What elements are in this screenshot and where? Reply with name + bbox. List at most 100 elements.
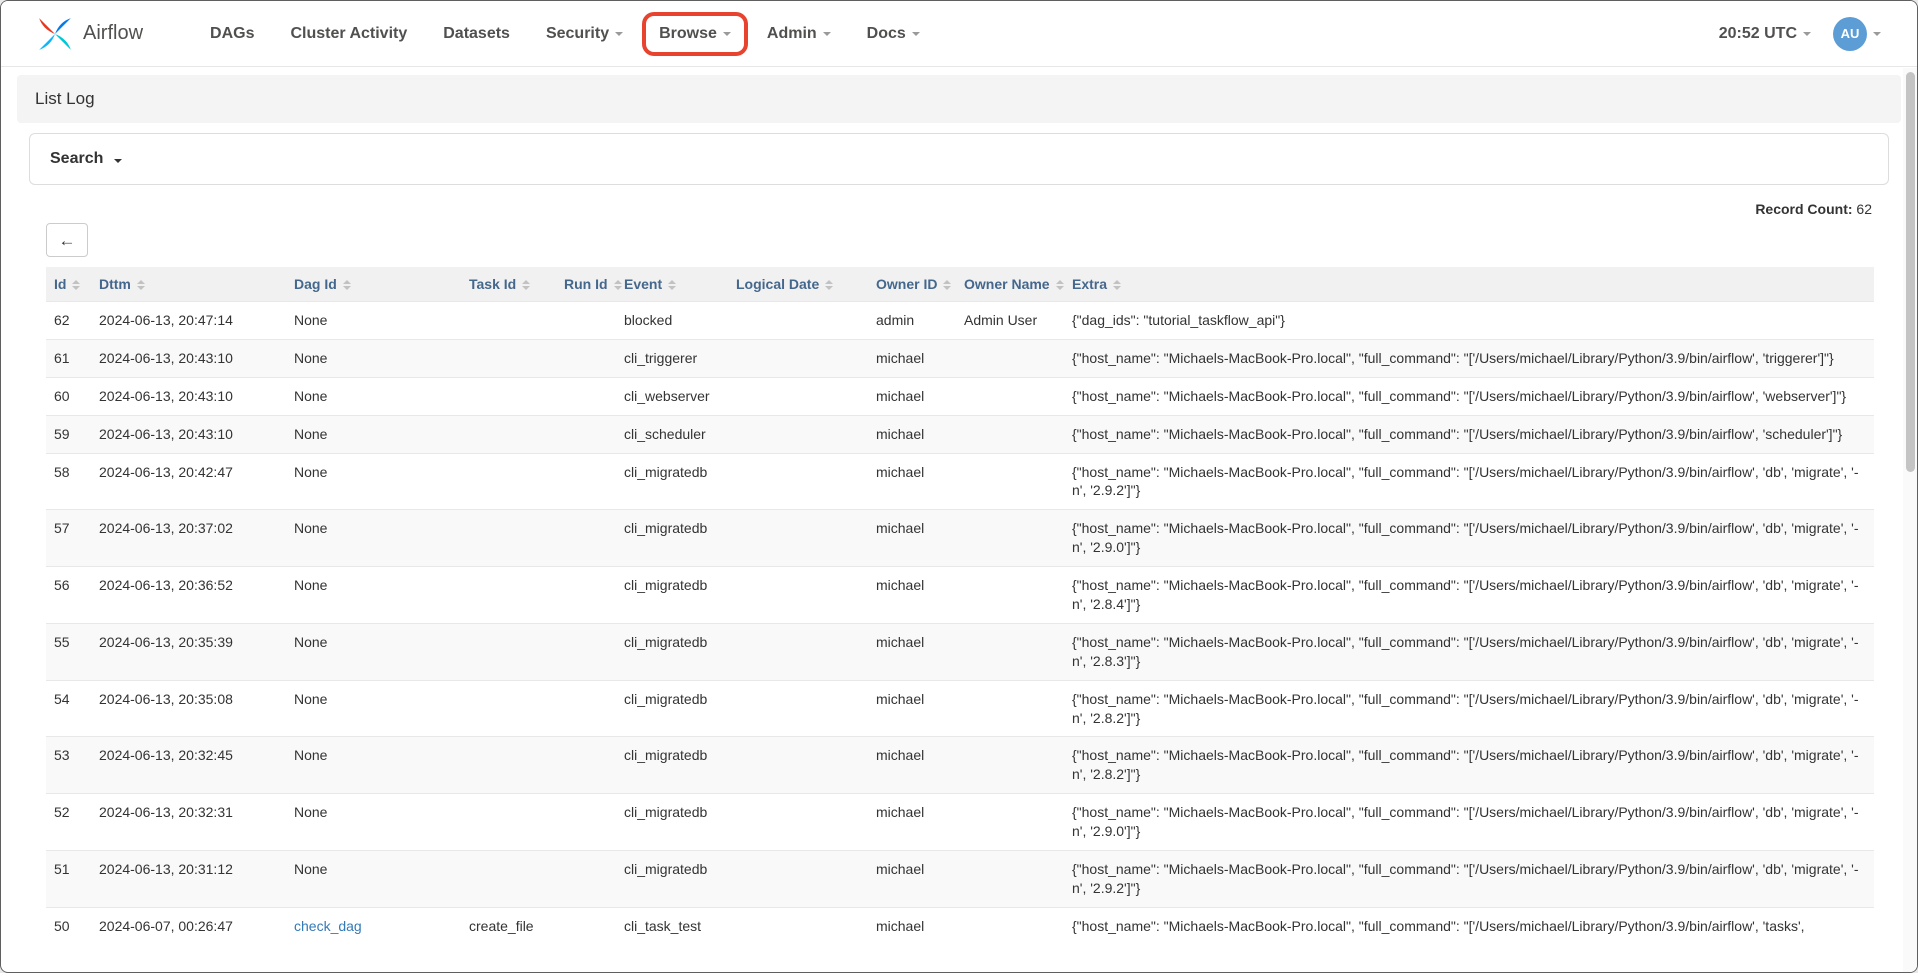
column-header-id[interactable]: Id bbox=[46, 267, 91, 302]
column-header-run-id[interactable]: Run Id bbox=[556, 267, 616, 302]
cell-dag_id: None bbox=[286, 623, 461, 680]
table-row: 562024-06-13, 20:36:52Nonecli_migratedbm… bbox=[46, 567, 1874, 624]
cell-run_id bbox=[556, 510, 616, 567]
nav-item-cluster-activity[interactable]: Cluster Activity bbox=[277, 16, 420, 52]
cell-owner_id: michael bbox=[868, 339, 956, 377]
nav-item-label: Cluster Activity bbox=[290, 25, 407, 43]
column-header-dag-id[interactable]: Dag Id bbox=[286, 267, 461, 302]
column-header-logical-date[interactable]: Logical Date bbox=[728, 267, 868, 302]
cell-dttm: 2024-06-13, 20:32:45 bbox=[91, 737, 286, 794]
cell-run_id bbox=[556, 567, 616, 624]
column-header-event[interactable]: Event bbox=[616, 267, 728, 302]
cell-task_id: create_file bbox=[461, 907, 556, 944]
cell-owner_name bbox=[956, 907, 1064, 944]
cell-event: cli_task_test bbox=[616, 907, 728, 944]
cell-dag_id: None bbox=[286, 680, 461, 737]
cell-owner_name bbox=[956, 415, 1064, 453]
cell-task_id bbox=[461, 851, 556, 908]
nav-item-admin[interactable]: Admin bbox=[754, 16, 844, 52]
cell-dttm: 2024-06-13, 20:43:10 bbox=[91, 377, 286, 415]
cell-run_id bbox=[556, 851, 616, 908]
cell-dag_id: None bbox=[286, 567, 461, 624]
sort-icon bbox=[522, 280, 530, 290]
cell-task_id bbox=[461, 567, 556, 624]
scrollbar-thumb[interactable] bbox=[1906, 72, 1915, 472]
table-row: 552024-06-13, 20:35:39Nonecli_migratedbm… bbox=[46, 623, 1874, 680]
column-label: Id bbox=[54, 276, 66, 292]
cell-logical_date bbox=[728, 377, 868, 415]
column-header-extra[interactable]: Extra bbox=[1064, 267, 1874, 302]
cell-logical_date bbox=[728, 907, 868, 944]
cell-extra: {"host_name": "Michaels-MacBook-Pro.loca… bbox=[1064, 339, 1874, 377]
cell-extra: {"host_name": "Michaels-MacBook-Pro.loca… bbox=[1064, 737, 1874, 794]
nav-item-docs[interactable]: Docs bbox=[854, 16, 933, 52]
sort-icon bbox=[1113, 280, 1121, 290]
cell-task_id bbox=[461, 453, 556, 510]
content: List Log Search Record Count: 62 ← IdDtt… bbox=[1, 75, 1917, 945]
column-header-owner-id[interactable]: Owner ID bbox=[868, 267, 956, 302]
cell-dag_id: None bbox=[286, 737, 461, 794]
cell-owner_name bbox=[956, 680, 1064, 737]
cell-run_id bbox=[556, 339, 616, 377]
cell-owner_id: michael bbox=[868, 453, 956, 510]
cell-task_id bbox=[461, 623, 556, 680]
cell-dag_id: None bbox=[286, 510, 461, 567]
cell-task_id bbox=[461, 737, 556, 794]
cell-id: 57 bbox=[46, 510, 91, 567]
user-menu[interactable]: AU bbox=[1833, 17, 1881, 51]
clock-menu[interactable]: 20:52 UTC bbox=[1719, 25, 1811, 43]
sort-icon bbox=[668, 280, 676, 290]
sort-icon bbox=[943, 280, 951, 290]
cell-id: 61 bbox=[46, 339, 91, 377]
sort-icon bbox=[1056, 280, 1064, 290]
cell-dttm: 2024-06-13, 20:43:10 bbox=[91, 415, 286, 453]
cell-id: 62 bbox=[46, 302, 91, 340]
cell-event: cli_migratedb bbox=[616, 737, 728, 794]
cell-owner_id: michael bbox=[868, 377, 956, 415]
avatar: AU bbox=[1833, 17, 1867, 51]
column-header-task-id[interactable]: Task Id bbox=[461, 267, 556, 302]
cell-owner_name bbox=[956, 794, 1064, 851]
cell-run_id bbox=[556, 453, 616, 510]
cell-owner_name bbox=[956, 737, 1064, 794]
cell-run_id bbox=[556, 623, 616, 680]
cell-dttm: 2024-06-13, 20:43:10 bbox=[91, 339, 286, 377]
sort-icon bbox=[614, 280, 622, 290]
column-header-owner-name[interactable]: Owner Name bbox=[956, 267, 1064, 302]
cell-run_id bbox=[556, 794, 616, 851]
cell-logical_date bbox=[728, 851, 868, 908]
nav-item-security[interactable]: Security bbox=[533, 16, 636, 52]
cell-dttm: 2024-06-13, 20:42:47 bbox=[91, 453, 286, 510]
cell-owner_name bbox=[956, 510, 1064, 567]
nav-item-browse[interactable]: Browse bbox=[646, 16, 744, 52]
cell-task_id bbox=[461, 302, 556, 340]
cell-extra: {"host_name": "Michaels-MacBook-Pro.loca… bbox=[1064, 851, 1874, 908]
cell-owner_name bbox=[956, 339, 1064, 377]
navbar: Airflow DAGs Cluster Activity Datasets Secu… bbox=[1, 1, 1917, 67]
cell-logical_date bbox=[728, 510, 868, 567]
nav-item-datasets[interactable]: Datasets bbox=[430, 16, 523, 52]
cell-task_id bbox=[461, 510, 556, 567]
scrollbar[interactable] bbox=[1903, 68, 1917, 973]
cell-logical_date bbox=[728, 567, 868, 624]
dag-link[interactable]: check_dag bbox=[294, 918, 362, 934]
nav-item-label: Browse bbox=[659, 25, 717, 43]
nav-item-dags[interactable]: DAGs bbox=[197, 16, 267, 52]
cell-extra: {"host_name": "Michaels-MacBook-Pro.loca… bbox=[1064, 510, 1874, 567]
toolbar: ← bbox=[46, 223, 1872, 257]
search-dropdown[interactable]: Search bbox=[29, 133, 1889, 185]
column-header-dttm[interactable]: Dttm bbox=[91, 267, 286, 302]
cell-logical_date bbox=[728, 794, 868, 851]
cell-logical_date bbox=[728, 453, 868, 510]
brand[interactable]: Airflow bbox=[35, 14, 143, 54]
cell-owner_name bbox=[956, 623, 1064, 680]
back-button[interactable]: ← bbox=[46, 223, 88, 257]
column-label: Event bbox=[624, 276, 662, 292]
cell-dag_id: None bbox=[286, 377, 461, 415]
cell-event: cli_migratedb bbox=[616, 567, 728, 624]
cell-extra: {"host_name": "Michaels-MacBook-Pro.loca… bbox=[1064, 623, 1874, 680]
cell-task_id bbox=[461, 680, 556, 737]
cell-owner_id: michael bbox=[868, 567, 956, 624]
cell-task_id bbox=[461, 377, 556, 415]
table-body: 622024-06-13, 20:47:14NoneblockedadminAd… bbox=[46, 302, 1874, 945]
